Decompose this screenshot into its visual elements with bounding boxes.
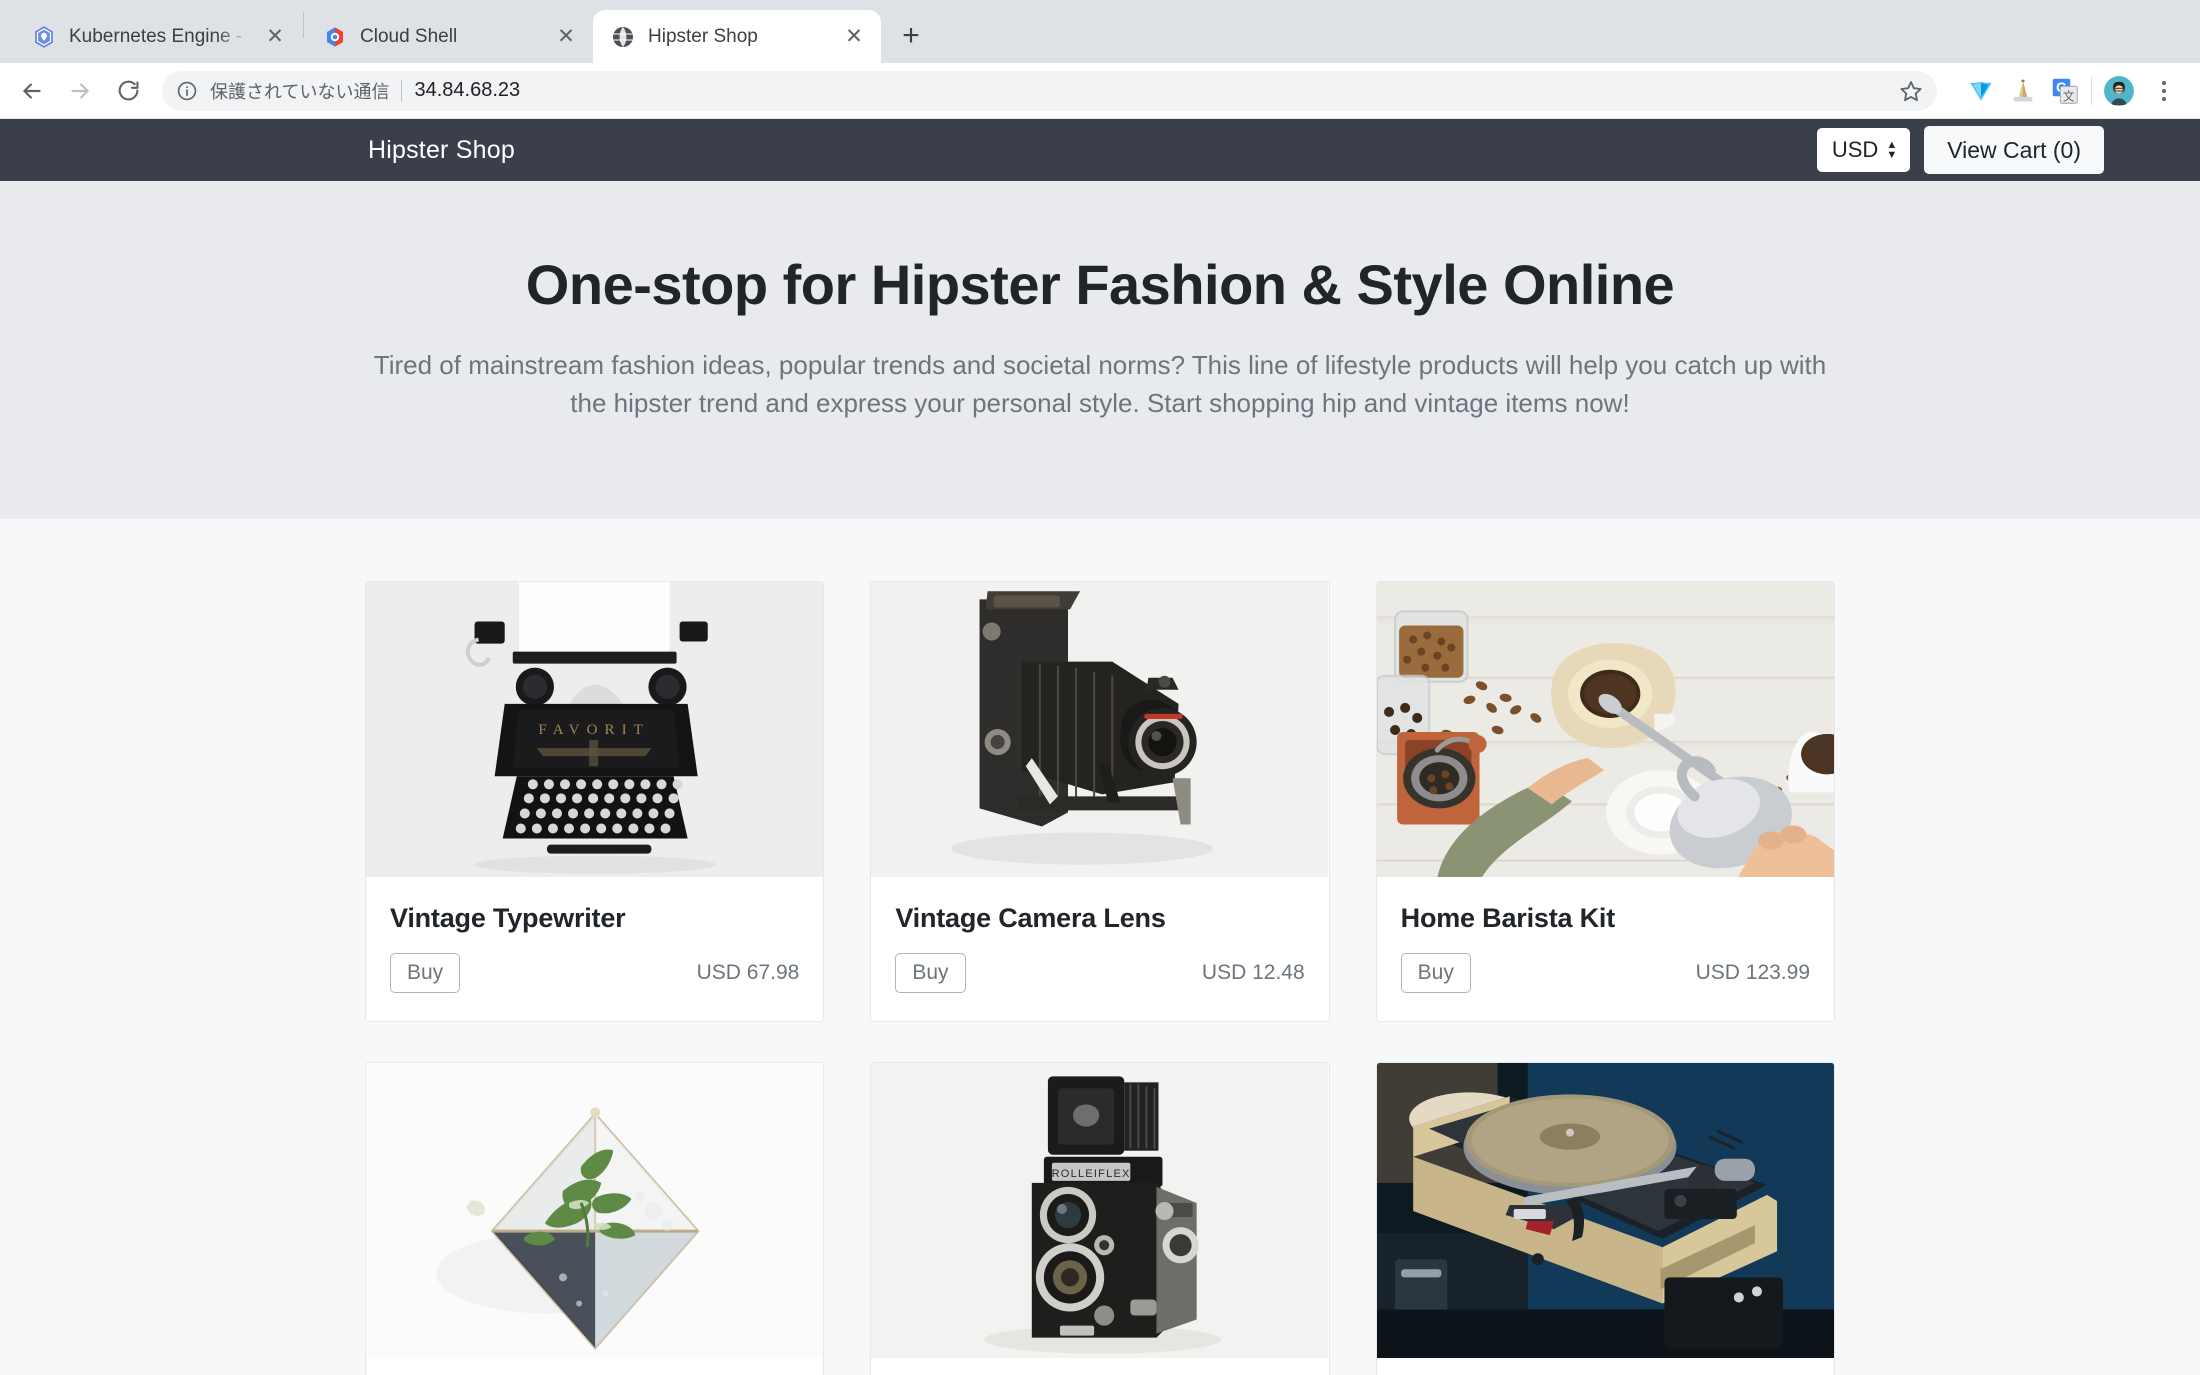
product-info: Buy — [1377, 1358, 1834, 1375]
tab-title: Cloud Shell — [360, 25, 458, 47]
reload-icon — [118, 80, 139, 101]
product-image[interactable] — [366, 1062, 824, 1358]
product-card[interactable]: FAVORIT Vintage Typewriter Buy USD 67.98 — [365, 580, 825, 1022]
chevron-updown-icon: ▲ ▼ — [1886, 138, 1898, 161]
avatar[interactable] — [2104, 75, 2134, 106]
arrow-left-icon — [23, 82, 41, 99]
tab-kubernetes-engine[interactable]: Kubernetes Engine - My Project ✕ — [14, 10, 302, 63]
product-price: USD 67.98 — [696, 960, 800, 984]
google-translate-extension-icon[interactable]: G 文 — [2051, 77, 2079, 105]
new-tab-button[interactable]: + — [891, 16, 931, 56]
tab-hipster-shop[interactable]: Hipster Shop ✕ — [593, 10, 881, 63]
product-image[interactable] — [871, 581, 1329, 877]
site-header: Hipster Shop USD ▲ ▼ View Cart (0) — [0, 119, 2200, 181]
product-grid: FAVORIT Vintage Typewriter Buy USD 67.98… — [365, 519, 1835, 1375]
three-dot-menu-icon[interactable] — [2146, 73, 2182, 109]
product-card[interactable]: Vintage Camera Lens Buy USD 12.48 — [870, 580, 1330, 1022]
svg-text:文: 文 — [2063, 89, 2075, 103]
currency-value: USD — [1831, 137, 1879, 162]
security-status-text: 保護されていない通信 — [210, 81, 390, 102]
address-bar[interactable]: 保護されていない通信 34.84.68.23 — [162, 70, 1937, 111]
product-info: Buy — [871, 1358, 1328, 1375]
browser-window: Kubernetes Engine - My Project ✕ Cloud S… — [0, 0, 2200, 1375]
hero-title: One-stop for Hipster Fashion & Style Onl… — [525, 253, 1675, 316]
product-image[interactable]: ROLLEIFLEX — [871, 1062, 1329, 1358]
product-name: Vintage Camera Lens — [895, 902, 1166, 933]
close-icon[interactable]: ✕ — [262, 24, 288, 50]
blue-diamond-extension-icon[interactable] — [1967, 77, 1995, 105]
product-card[interactable]: ROLLEIFLEX — [870, 1061, 1330, 1375]
close-icon[interactable]: ✕ — [841, 24, 867, 50]
extension-icons: G 文 — [1967, 77, 2079, 105]
gke-hexagon-icon — [35, 25, 53, 48]
product-image[interactable]: FAVORIT — [366, 581, 824, 877]
twin-lens-rolleiflex-camera-photo: ROLLEIFLEX — [871, 1062, 1329, 1358]
svg-text:ROLLEIFLEX: ROLLEIFLEX — [1052, 1168, 1131, 1180]
view-cart-button[interactable]: View Cart (0) — [1924, 126, 2104, 174]
tab-cloud-shell[interactable]: Cloud Shell ✕ — [305, 10, 593, 63]
hero-subtitle: Tired of mainstream fashion ideas, popul… — [373, 350, 1827, 419]
profile-avatar-icon — [2104, 75, 2134, 106]
omnibox-divider — [401, 79, 403, 102]
forward-button[interactable] — [58, 69, 102, 113]
url-text: 34.84.68.23 — [414, 79, 521, 101]
buy-button[interactable]: Buy — [895, 952, 966, 993]
browser-toolbar: 保護されていない通信 34.84.68.23 G — [0, 63, 2200, 119]
tab-title: Hipster Shop — [648, 25, 758, 47]
reload-button[interactable] — [106, 69, 150, 113]
mousetrap-extension-icon[interactable] — [2009, 77, 2037, 105]
product-info: Vintage Typewriter Buy USD 67.98 — [366, 877, 823, 1021]
product-card[interactable]: Home Barista Kit Buy USD 123.99 — [1375, 580, 1835, 1022]
view-cart-label: View Cart (0) — [1947, 136, 2081, 163]
star-outline-icon[interactable] — [1899, 79, 1923, 103]
folding-bellows-camera-photo — [871, 581, 1329, 877]
product-info: Buy — [366, 1358, 823, 1375]
tab-divider — [303, 12, 304, 38]
tab-title: Kubernetes Engine - My Project — [69, 25, 249, 47]
glass-terrarium-plant-photo — [366, 1062, 824, 1358]
product-info: Vintage Camera Lens Buy USD 12.48 — [871, 877, 1328, 1021]
product-image[interactable] — [1376, 1062, 1834, 1358]
web-page: Hipster Shop USD ▲ ▼ View Cart (0) One-st… — [0, 119, 2200, 1375]
arrow-right-icon — [71, 82, 89, 99]
toolbar-divider — [2091, 76, 2092, 105]
info-circle-icon[interactable] — [176, 80, 198, 102]
globe-icon — [613, 26, 633, 47]
buy-button[interactable]: Buy — [1400, 952, 1471, 993]
close-icon[interactable]: ✕ — [553, 24, 579, 50]
product-name: Home Barista Kit — [1400, 902, 1616, 933]
currency-select[interactable]: USD ▲ ▼ — [1816, 128, 1911, 172]
svg-text:FAVORIT: FAVORIT — [538, 722, 649, 738]
buy-button[interactable]: Buy — [390, 952, 461, 993]
product-price: USD 12.48 — [1201, 960, 1305, 984]
cloud-shell-hexagon-icon — [327, 26, 343, 47]
product-actions: Buy USD 12.48 — [895, 952, 1305, 993]
product-actions: Buy USD 123.99 — [1400, 952, 1810, 993]
product-name: Vintage Typewriter — [390, 902, 626, 933]
wooden-turntable-record-player-photo — [1376, 1062, 1834, 1358]
vintage-typewriter-photo: FAVORIT — [366, 581, 824, 877]
product-info: Home Barista Kit Buy USD 123.99 — [1377, 877, 1834, 1021]
hero-section: One-stop for Hipster Fashion & Style Onl… — [0, 181, 2200, 519]
header-actions: USD ▲ ▼ View Cart (0) — [1816, 126, 2152, 174]
back-button[interactable] — [10, 69, 54, 113]
tab-strip: Kubernetes Engine - My Project ✕ Cloud S… — [0, 0, 2200, 63]
product-image[interactable] — [1376, 581, 1834, 877]
coffee-brewing-flatlay-photo — [1376, 581, 1834, 877]
product-price: USD 123.99 — [1695, 960, 1810, 984]
site-brand[interactable]: Hipster Shop — [368, 136, 515, 165]
product-actions: Buy USD 67.98 — [390, 952, 800, 993]
product-card[interactable]: Buy — [365, 1061, 825, 1375]
product-card[interactable]: Buy — [1375, 1061, 1835, 1375]
